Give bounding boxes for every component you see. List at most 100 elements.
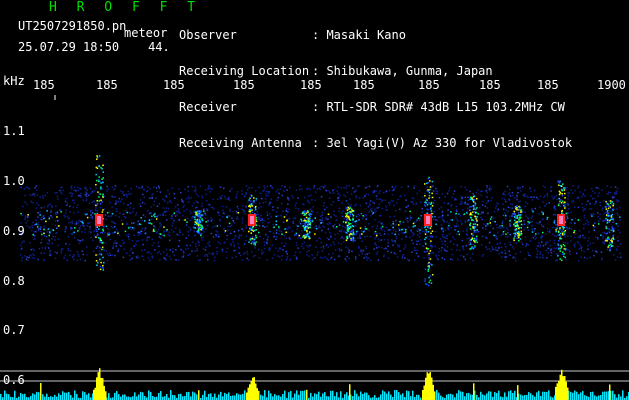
noise-dot <box>147 210 149 212</box>
activity-bar <box>394 390 396 400</box>
noise-dot <box>435 230 437 233</box>
noise-dot <box>336 226 338 228</box>
noise-dot <box>287 203 289 205</box>
noise-dot <box>504 230 506 232</box>
noise-dot <box>20 244 22 247</box>
noise-dot <box>549 229 551 231</box>
noise-dot <box>417 217 420 220</box>
noise-dot <box>341 228 343 231</box>
noise-dot <box>546 227 549 230</box>
activity-peak <box>253 377 255 400</box>
noise-dot <box>542 245 545 247</box>
activity-bar <box>458 390 460 400</box>
noise-dot <box>579 219 581 222</box>
noise-dot <box>462 230 465 232</box>
noise-dot <box>534 235 536 237</box>
noise-dot <box>542 213 544 216</box>
noise-dot <box>578 248 580 250</box>
noise-dot <box>150 223 153 225</box>
echo-dot <box>102 171 104 173</box>
noise-dot <box>533 189 536 192</box>
noise-dot <box>121 192 124 194</box>
noise-dot <box>101 232 104 234</box>
noise-dot <box>517 192 519 194</box>
noise-dot <box>268 204 270 207</box>
noise-dot <box>466 212 468 214</box>
noise-dot <box>542 201 544 203</box>
noise-dot <box>105 218 108 221</box>
noise-dot <box>507 232 509 234</box>
noise-dot <box>317 251 319 254</box>
noise-dot <box>369 200 372 202</box>
noise-dot <box>593 192 596 194</box>
activity-bar <box>236 393 238 400</box>
noise-dot <box>413 233 415 236</box>
noise-dot <box>166 210 168 213</box>
activity-bar <box>528 392 530 400</box>
noise-dot <box>286 252 288 255</box>
noise-dot <box>37 216 39 218</box>
echo-dot <box>557 243 559 245</box>
noise-dot <box>44 246 47 248</box>
echo-dot <box>428 265 430 267</box>
noise-dot <box>569 253 571 255</box>
noise-dot <box>34 224 36 226</box>
noise-dot <box>467 203 469 205</box>
noise-dot <box>398 233 400 236</box>
noise-dot <box>338 196 340 199</box>
noise-dot <box>598 220 600 222</box>
echo-dot <box>609 219 611 222</box>
noise-dot <box>144 215 147 218</box>
noise-dot <box>465 203 468 205</box>
noise-dot <box>255 199 258 202</box>
noise-dot <box>264 226 266 228</box>
noise-dot <box>467 199 470 201</box>
echo-dot <box>605 238 607 240</box>
noise-dot <box>516 198 518 201</box>
noise-dot <box>573 231 575 234</box>
noise-dot <box>186 221 188 223</box>
noise-dot <box>430 196 432 199</box>
noise-dot <box>70 226 72 229</box>
noise-dot <box>210 232 213 235</box>
noise-dot <box>404 244 407 246</box>
activity-bar <box>494 392 496 400</box>
noise-dot <box>246 250 248 253</box>
noise-dot <box>312 211 314 213</box>
noise-dot <box>441 233 444 236</box>
noise-dot <box>601 189 603 191</box>
noise-dot <box>441 211 444 214</box>
noise-dot <box>208 240 211 243</box>
noise-dot <box>178 219 180 221</box>
noise-dot <box>335 219 337 221</box>
noise-dot <box>172 251 174 253</box>
echo-dot <box>610 244 613 247</box>
noise-dot <box>460 195 463 198</box>
noise-dot <box>415 220 418 223</box>
noise-dot <box>126 252 128 254</box>
echo-dot <box>563 255 565 258</box>
noise-dot <box>416 243 418 246</box>
noise-dot <box>243 196 246 198</box>
noise-dot <box>72 222 74 225</box>
noise-dot <box>593 254 595 257</box>
noise-dot <box>395 209 397 212</box>
y-tick: 1.1 <box>3 124 25 138</box>
echo-dot <box>201 227 203 229</box>
activity-bar <box>304 390 306 400</box>
noise-dot <box>321 212 324 214</box>
noise-dot <box>601 257 603 260</box>
noise-dot <box>94 203 96 205</box>
noise-dot <box>237 243 240 245</box>
noise-dot <box>45 220 47 223</box>
activity-bar <box>612 390 614 400</box>
noise-dot <box>190 212 192 214</box>
noise-dot <box>141 201 144 204</box>
noise-dot <box>22 205 24 208</box>
noise-dot <box>465 233 468 235</box>
echo-dot <box>102 181 104 184</box>
noise-dot <box>572 192 574 194</box>
noise-dot <box>203 210 205 213</box>
noise-dot <box>187 201 190 203</box>
noise-dot <box>166 196 168 198</box>
